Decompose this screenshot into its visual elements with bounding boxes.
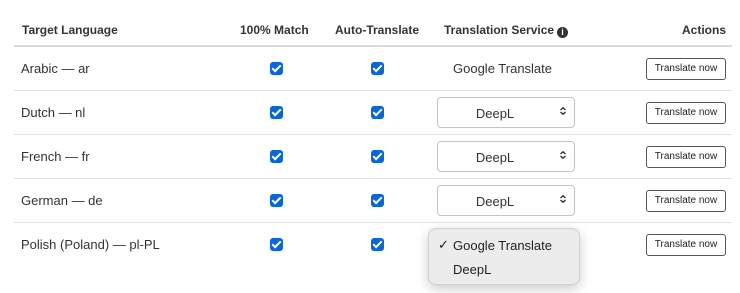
chevron-up-down-icon	[560, 107, 566, 115]
header-auto-translate: Auto-Translate	[335, 23, 420, 37]
match-checkbox[interactable]	[270, 194, 283, 207]
match-checkbox[interactable]	[270, 106, 283, 119]
header-translation-service: Translation Service i	[444, 23, 569, 38]
select-value: DeepL	[475, 150, 515, 165]
translate-now-button[interactable]: Translate now	[646, 58, 726, 80]
auto-translate-checkbox[interactable]	[371, 106, 384, 119]
table-row: Polish (Poland) — pl-PL Translate now	[14, 223, 732, 267]
language-label: Arabic — ar	[21, 61, 90, 76]
auto-translate-checkbox[interactable]	[371, 150, 384, 163]
translate-now-button[interactable]: Translate now	[646, 190, 726, 212]
translate-now-button[interactable]: Translate now	[646, 146, 726, 168]
table-header: Target Language 100% Match Auto-Translat…	[14, 12, 732, 47]
table-row: Arabic — ar Google Translate Translate n…	[14, 47, 732, 91]
checkmark-icon: ✓	[438, 237, 449, 252]
auto-translate-checkbox[interactable]	[371, 62, 384, 75]
match-checkbox[interactable]	[270, 150, 283, 163]
match-checkbox[interactable]	[270, 238, 283, 251]
header-100-match: 100% Match	[240, 23, 309, 37]
select-value: DeepL	[475, 106, 515, 121]
header-translation-service-label: Translation Service	[444, 23, 555, 37]
select-value: DeepL	[475, 194, 515, 209]
translation-table: Target Language 100% Match Auto-Translat…	[14, 12, 732, 267]
translation-service-select[interactable]: DeepL	[437, 185, 575, 216]
translation-service-select[interactable]: DeepL	[437, 97, 575, 128]
dropdown-option-google-translate[interactable]: ✓ Google Translate	[429, 234, 579, 256]
translate-now-button[interactable]: Translate now	[646, 102, 726, 124]
translate-now-button[interactable]: Translate now	[646, 234, 726, 256]
header-actions: Actions	[681, 23, 726, 37]
table-row: German — de DeepL Translate now	[14, 179, 732, 223]
translation-service-dropdown-menu: ✓ Google Translate DeepL	[428, 228, 580, 285]
language-label: French — fr	[21, 149, 90, 164]
auto-translate-checkbox[interactable]	[371, 238, 384, 251]
chevron-up-down-icon	[560, 151, 566, 159]
info-icon[interactable]: i	[557, 27, 569, 38]
translation-service-select[interactable]: DeepL	[437, 141, 575, 172]
dropdown-option-label: DeepL	[453, 262, 492, 277]
auto-translate-checkbox[interactable]	[371, 194, 384, 207]
header-target-language: Target Language	[22, 23, 118, 37]
table-row: Dutch — nl DeepL Translate now	[14, 91, 732, 135]
language-label: Dutch — nl	[21, 105, 86, 120]
table-row: French — fr DeepL Translate now	[14, 135, 732, 179]
translation-service-text: Google Translate	[453, 61, 553, 76]
dropdown-option-deepl[interactable]: DeepL	[429, 258, 579, 280]
chevron-up-down-icon	[560, 195, 566, 203]
match-checkbox[interactable]	[270, 62, 283, 75]
language-label: Polish (Poland) — pl-PL	[21, 237, 160, 252]
language-label: German — de	[21, 193, 103, 208]
dropdown-option-label: Google Translate	[453, 238, 553, 253]
